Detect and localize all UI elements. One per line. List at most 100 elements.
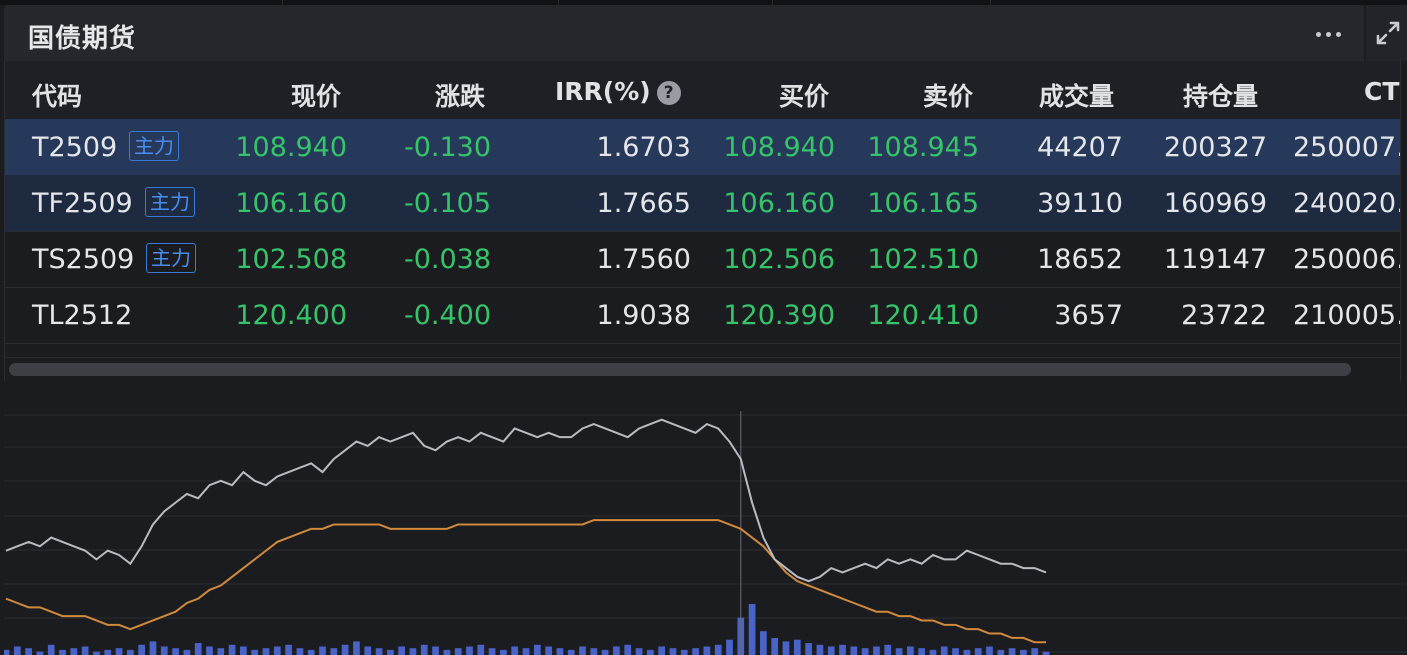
volume-bar: [918, 648, 926, 655]
table-header: 代码 现价 涨跌 IRR(%)? 买价 卖价 成交量 持仓量 CT: [5, 61, 1400, 120]
volume-bar: [386, 649, 394, 655]
volume-bar: [692, 648, 699, 655]
more-button[interactable]: [1304, 19, 1352, 49]
volume-bar: [59, 649, 66, 655]
cell-volume: 18652: [1037, 244, 1123, 275]
cell-ask: 106.165: [867, 188, 979, 219]
volume-bar: [816, 644, 824, 655]
cell-bid: 108.940: [723, 132, 835, 163]
cell-open-interest: 200327: [1163, 132, 1267, 163]
cell-ask: 102.510: [867, 244, 979, 275]
expand-arrows-icon: [1376, 21, 1400, 45]
volume-bar: [545, 646, 552, 655]
col-volume[interactable]: 成交量: [1039, 77, 1114, 113]
volume-bar: [217, 648, 225, 655]
volume-bar: [126, 649, 134, 655]
intraday-chart-svg: [2, 411, 1407, 655]
volume-bar: [793, 639, 801, 655]
cell-open-interest: 160969: [1163, 188, 1267, 219]
cell-ask: 120.410: [867, 300, 979, 331]
volume-bar: [997, 649, 1005, 655]
col-open-interest[interactable]: 持仓量: [1183, 77, 1258, 113]
volume-bar: [273, 646, 281, 655]
volume-bar: [1042, 651, 1050, 655]
volume-bar: [771, 638, 779, 655]
volume-bar: [262, 648, 270, 655]
volume-bar: [929, 649, 937, 655]
volume-bar: [974, 648, 982, 655]
cell-code: TF2509: [32, 188, 133, 219]
scrollbar-thumb[interactable]: [9, 363, 1351, 376]
volume-bar: [93, 651, 100, 655]
col-irr[interactable]: IRR(%)?: [555, 77, 681, 106]
volume-bar: [680, 649, 688, 655]
cell-price: 120.400: [235, 300, 347, 331]
volume-bar: [70, 648, 78, 655]
volume-bar: [364, 646, 372, 655]
volume-bar: [669, 648, 677, 655]
cell-bid: 106.160: [723, 188, 835, 219]
volume-bar: [488, 648, 496, 655]
volume-bar: [25, 648, 32, 655]
cell-irr: 1.6703: [596, 132, 691, 163]
cell-change: -0.130: [403, 132, 491, 163]
expand-button[interactable]: [1366, 5, 1407, 61]
more-dots-icon: [1315, 31, 1341, 37]
col-code[interactable]: 代码: [32, 77, 82, 113]
volume-bar: [375, 648, 383, 655]
panel-title: 国债期货: [28, 24, 137, 54]
cell-ct: 250007.: [1293, 132, 1401, 163]
volume-bar: [1031, 648, 1039, 655]
horizontal-scrollbar[interactable]: [5, 357, 1400, 380]
volume-bar: [533, 644, 541, 655]
volume-bar: [511, 646, 519, 655]
col-ask[interactable]: 卖价: [923, 77, 973, 113]
futures-panel: 国债期货 代码 现价 涨跌 IRR(%)? 买价 卖价 成交量 持仓量 CT T…: [0, 0, 1407, 655]
volume-bar: [443, 649, 451, 655]
volume-bar: [624, 644, 632, 655]
cell-irr: 1.9038: [596, 300, 691, 331]
average-price-line: [5, 519, 1046, 644]
main-contract-badge: 主力: [129, 131, 179, 161]
cell-code: TL2512: [32, 300, 133, 331]
price-line: [5, 418, 1047, 583]
cell-ct: 210005.: [1293, 300, 1401, 331]
col-ct[interactable]: CT: [1364, 77, 1399, 106]
cell-volume: 39110: [1037, 188, 1123, 219]
panel-header: 国债期货: [4, 5, 1364, 61]
volume-bar: [748, 604, 756, 655]
col-bid[interactable]: 买价: [779, 77, 829, 113]
main-contract-badge: 主力: [146, 243, 196, 273]
volume-bar: [613, 646, 620, 655]
cell-irr: 1.7665: [596, 188, 691, 219]
volume-bar: [160, 646, 168, 655]
cell-price: 106.160: [235, 188, 347, 219]
cell-price: 102.508: [235, 244, 347, 275]
col-price[interactable]: 现价: [291, 77, 341, 113]
volume-bar: [1008, 648, 1016, 655]
cell-change: -0.400: [403, 300, 491, 331]
volume-bar: [13, 646, 21, 655]
volume-bar: [940, 646, 948, 655]
volume-bar: [47, 644, 55, 655]
volume-bar: [36, 651, 44, 655]
volume-bar: [827, 646, 835, 655]
volume-bar: [963, 649, 971, 655]
intraday-chart[interactable]: [2, 381, 1407, 655]
volume-bar: [104, 649, 112, 655]
table-row[interactable]: TL2512 120.400 -0.400 1.9038 120.390 120…: [5, 287, 1400, 344]
volume-bar: [319, 646, 326, 655]
volume-bar: [183, 649, 191, 655]
volume-bar: [861, 648, 869, 655]
volume-bar: [432, 646, 439, 655]
volume-bar: [884, 644, 892, 655]
table-row[interactable]: TF2509 主力 106.160 -0.105 1.7665 106.160 …: [5, 175, 1400, 232]
volume-bar: [409, 648, 417, 655]
help-circle-icon[interactable]: ?: [656, 81, 681, 105]
table-row[interactable]: TS2509 主力 102.508 -0.038 1.7560 102.506 …: [5, 231, 1400, 288]
volume-bar: [172, 648, 179, 655]
col-change[interactable]: 涨跌: [435, 77, 485, 113]
table-row[interactable]: T2509 主力 108.940 -0.130 1.6703 108.940 1…: [5, 119, 1400, 176]
volume-bar: [522, 648, 530, 655]
volume-bar: [307, 649, 315, 655]
